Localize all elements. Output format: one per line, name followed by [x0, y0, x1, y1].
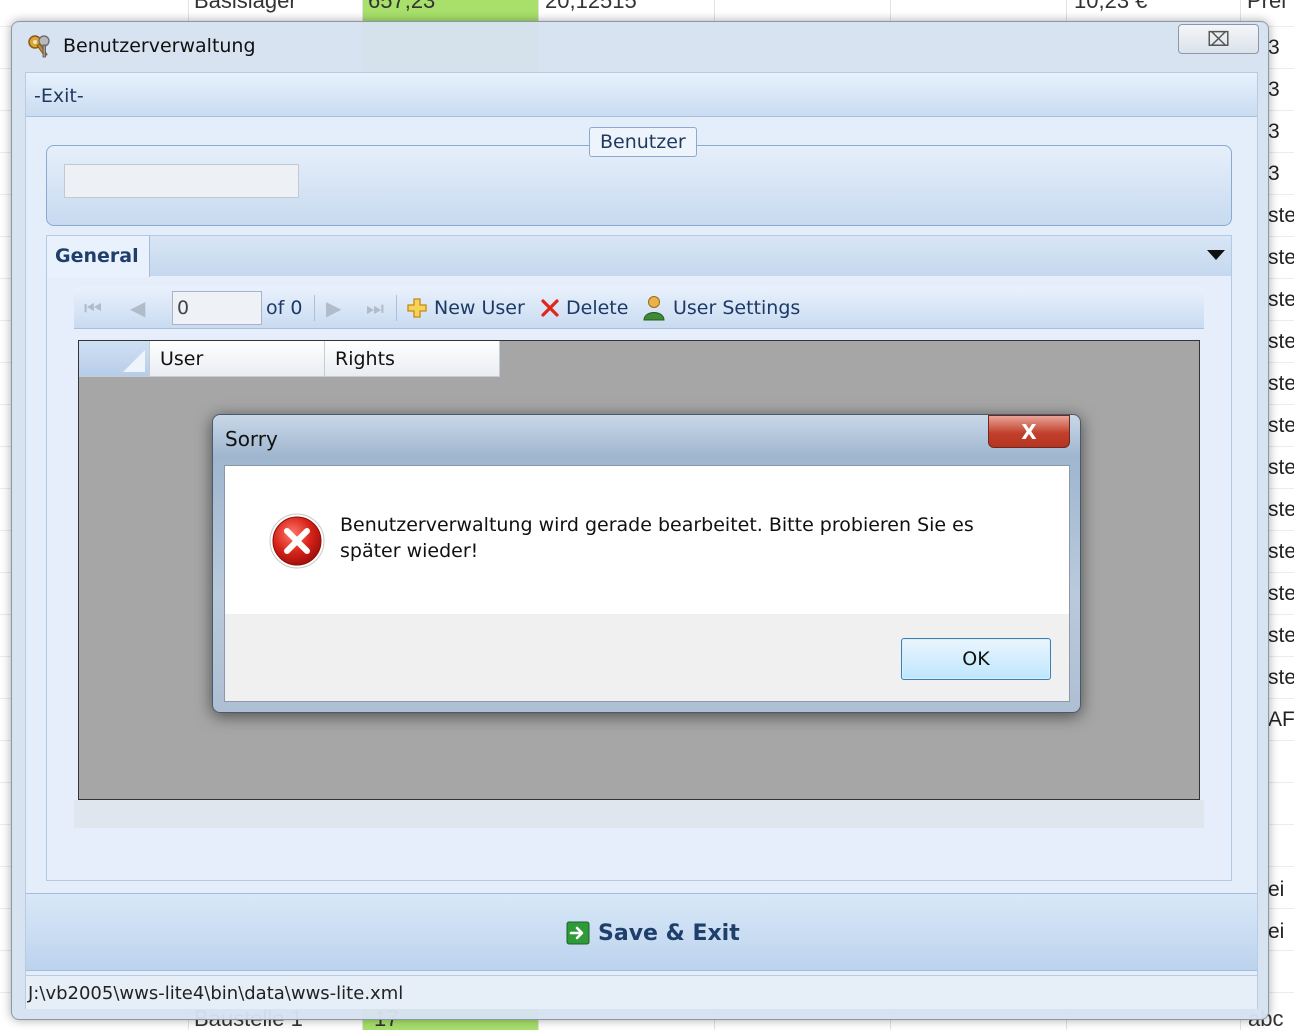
bg-cell: ste: [1268, 330, 1294, 353]
column-header-user[interactable]: User: [150, 341, 325, 377]
benutzer-input[interactable]: [64, 164, 299, 198]
delete-label: Delete: [566, 297, 629, 319]
dialog-close-button[interactable]: X: [988, 415, 1070, 448]
grid-header: User Rights: [79, 341, 500, 377]
user-settings-button[interactable]: User Settings: [643, 287, 800, 329]
bg-cell: 20,12515: [545, 0, 637, 13]
bg-cell: ste: [1268, 624, 1294, 647]
save-exit-label: Save & Exit: [598, 920, 740, 946]
add-icon: [407, 298, 427, 318]
window-titlebar[interactable]: Benutzerverwaltung ⌧: [12, 22, 1268, 70]
bg-cell: ste: [1268, 540, 1294, 563]
toolbar-separator: [396, 295, 397, 321]
toolbar-separator: [314, 295, 315, 321]
bg-cell: 3: [1268, 120, 1280, 143]
save-exit-bar: Save & Exit: [26, 893, 1257, 971]
bg-cell: 657,23: [368, 0, 436, 13]
dialog-message: Benutzerverwaltung wird gerade bearbeite…: [340, 514, 974, 562]
grid-select-all-corner[interactable]: [79, 341, 150, 377]
bg-cell: ste: [1268, 246, 1294, 269]
menu-bar: -Exit-: [26, 73, 1257, 117]
status-file-path: J:\vb2005\wws-lite4\bin\data\wws-lite.xm…: [28, 983, 404, 1004]
bg-cell: ste: [1268, 414, 1294, 437]
bg-cell: ei: [1268, 920, 1285, 943]
bg-cell: ste: [1268, 582, 1294, 605]
move-last-icon[interactable]: ⏭: [366, 287, 384, 329]
bg-cell: Prei: [1247, 0, 1287, 13]
dialog-body: Benutzerverwaltung wird gerade bearbeite…: [224, 465, 1070, 702]
bg-cell: ste: [1268, 498, 1294, 521]
record-count-label: of 0: [266, 297, 303, 319]
column-header-rights[interactable]: Rights: [325, 341, 500, 377]
save-exit-button[interactable]: Save & Exit: [566, 916, 740, 950]
user-icon: [643, 296, 665, 321]
user-settings-label: User Settings: [673, 297, 801, 319]
navigation-toolbar: ⏮ ◀ 0 of 0 ▶ ⏭ New User Delete User Sett…: [74, 287, 1204, 329]
bg-cell: 3: [1268, 162, 1280, 185]
position-input[interactable]: 0: [172, 291, 262, 325]
new-user-label: New User: [434, 297, 525, 319]
bg-cell: 3: [1268, 78, 1280, 101]
tab-dropdown-arrow-icon[interactable]: [1207, 250, 1225, 260]
new-user-button[interactable]: New User: [406, 287, 525, 329]
menu-item-exit[interactable]: -Exit-: [34, 85, 84, 107]
status-bar: J:\vb2005\wws-lite4\bin\data\wws-lite.xm…: [26, 975, 1257, 1009]
keys-icon: [28, 35, 50, 58]
bg-cell: ste: [1268, 666, 1294, 689]
bg-cell: 10,23 €: [1074, 0, 1148, 13]
delete-icon: [541, 299, 559, 317]
move-first-icon[interactable]: ⏮: [84, 287, 102, 329]
grid-footer: [74, 800, 1204, 828]
ok-button[interactable]: OK: [901, 638, 1051, 680]
bg-cell: ste: [1268, 204, 1294, 227]
tab-strip: General: [47, 236, 1231, 277]
bg-cell: Basislager: [194, 0, 297, 13]
close-icon: X: [1021, 419, 1037, 444]
bg-cell: ste: [1268, 456, 1294, 479]
window-close-button[interactable]: ⌧: [1178, 24, 1259, 54]
error-icon: [269, 513, 325, 569]
bg-cell: ste: [1268, 372, 1294, 395]
benutzer-groupbox: [46, 145, 1232, 226]
tab-general[interactable]: General: [47, 236, 150, 277]
bg-cell: ei: [1268, 878, 1285, 901]
bg-cell: 3: [1268, 36, 1280, 59]
benutzer-group-label: Benutzer: [589, 127, 697, 157]
bg-cell: ste: [1268, 288, 1294, 311]
sorry-dialog: Sorry X Benutzerverwaltung wird gerade b…: [212, 414, 1081, 713]
move-previous-icon[interactable]: ◀: [130, 287, 145, 329]
exit-arrow-icon: [566, 921, 590, 945]
close-icon: ⌧: [1206, 27, 1231, 51]
dialog-title: Sorry: [225, 427, 278, 451]
window-title: Benutzerverwaltung: [63, 35, 256, 57]
bg-cell: AF: [1268, 708, 1294, 731]
dialog-message-area: Benutzerverwaltung wird gerade bearbeite…: [225, 466, 1069, 614]
move-next-icon[interactable]: ▶: [326, 287, 341, 329]
delete-button[interactable]: Delete: [540, 287, 628, 329]
